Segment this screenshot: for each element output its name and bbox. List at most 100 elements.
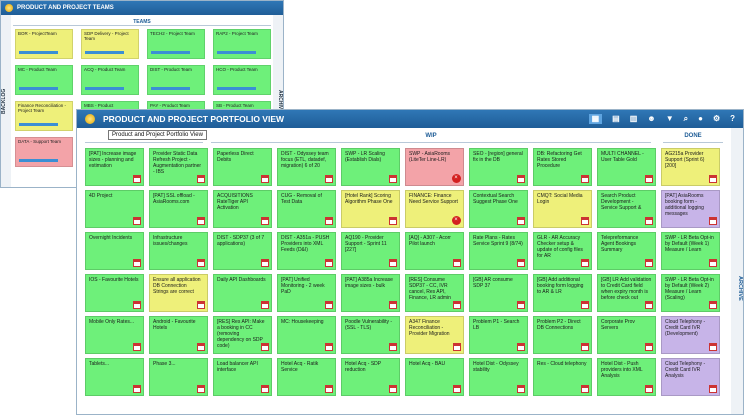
portfolio-card[interactable]: DIST - SDP37 (3 of 7 applications) bbox=[213, 232, 272, 270]
calendar-icon[interactable]: ▤ bbox=[612, 114, 620, 124]
card-title: [PAT] Increase image sizes - planning an… bbox=[89, 151, 137, 169]
portfolio-card[interactable]: Contextual Search Suggest Phase One bbox=[469, 190, 528, 228]
portfolio-card[interactable]: GLR - AR Accuracy Checker setup & update… bbox=[533, 232, 592, 270]
portfolio-card[interactable]: Hotel Dist - Push providers into XML Ana… bbox=[597, 358, 656, 396]
portfolio-card[interactable]: [PAT] A385a Increase image sizes - bulk bbox=[341, 274, 400, 312]
team-card[interactable]: HCO - Product Team bbox=[213, 65, 271, 95]
calendar-icon bbox=[516, 343, 525, 351]
team-card[interactable]: MC - Product Team bbox=[15, 65, 73, 95]
portfolio-card[interactable]: DIST - Odyssey team focus (ETL, datadef,… bbox=[277, 148, 336, 186]
portfolio-card[interactable]: ACQUISITIONS RateTiger API Activation bbox=[213, 190, 272, 228]
portfolio-card[interactable]: Hotel Acq - SDP reduction bbox=[341, 358, 400, 396]
portfolio-card[interactable]: [GB] AR consume SDP 37 bbox=[469, 274, 528, 312]
calendar-icon bbox=[516, 175, 525, 183]
portfolio-card[interactable]: SWP - AsiaRooms (LiteTer Line-LR) × bbox=[405, 148, 464, 186]
done-header: DONE bbox=[663, 133, 723, 143]
portfolio-titlebar: PRODUCT AND PROJECT PORTFOLIO VIEW ▦ ▤ ▥… bbox=[77, 110, 743, 128]
portfolio-card[interactable]: Ensure all application DB Connection Str… bbox=[149, 274, 208, 312]
portfolio-card[interactable]: SEO - [region] general fix in the DB bbox=[469, 148, 528, 186]
card-title: Hotel Dist - Odyssey stability bbox=[473, 361, 519, 373]
portfolio-card[interactable]: MC: Housekeeping bbox=[277, 316, 336, 354]
portfolio-card[interactable]: [GB] Add additional booking form logging… bbox=[533, 274, 592, 312]
filter-icon[interactable]: ▼ bbox=[666, 114, 674, 124]
portfolio-card[interactable]: Paperless Direct Debits bbox=[213, 148, 272, 186]
portfolio-card[interactable]: [Hotel Rank] Scoring Algorithm Phase One bbox=[341, 190, 400, 228]
calendar-icon bbox=[644, 343, 653, 351]
team-card[interactable]: ACQ - Product Team bbox=[81, 65, 139, 95]
portfolio-card[interactable]: CMQT: Social Media Login bbox=[533, 190, 592, 228]
portfolio-card[interactable]: [PAT] Increase image sizes - planning an… bbox=[85, 148, 144, 186]
progress-bar bbox=[85, 87, 124, 90]
gear-icon[interactable]: ⚙ bbox=[713, 114, 720, 124]
portfolio-card[interactable]: DIST - A351a - PUSH Providers into XML F… bbox=[277, 232, 336, 270]
portfolio-card[interactable]: Phase 3... bbox=[149, 358, 208, 396]
team-card[interactable]: BOR - ProjectTeam bbox=[15, 29, 73, 59]
portfolio-card[interactable]: [PAT] Unified Monitoring - 2 week PaD bbox=[277, 274, 336, 312]
portfolio-card[interactable]: [AQ] - A307 - Acorr Pilot launch bbox=[405, 232, 464, 270]
portfolio-card[interactable]: Telepreformance Agent Bookings Summary bbox=[597, 232, 656, 270]
portfolio-card[interactable]: Rate Plans - Rates Service Sprint 9 (8/7… bbox=[469, 232, 528, 270]
team-card-label: Finance Reconciliation - Project Team bbox=[18, 103, 67, 113]
portfolio-card[interactable]: Res - Cloud telephony bbox=[533, 358, 592, 396]
portfolio-card[interactable]: DB: Refactoring Get Rates Stored Procedu… bbox=[533, 148, 592, 186]
team-card[interactable]: Finance Reconciliation - Project Team bbox=[15, 101, 73, 131]
archive-rail[interactable]: ARCHIVE bbox=[731, 128, 743, 414]
portfolio-card[interactable]: [RES] Res API: Make a booking in CC (rem… bbox=[213, 316, 272, 354]
team-card-label: MBS - Product bbox=[84, 103, 114, 108]
calendar-icon bbox=[452, 343, 461, 351]
card-title: SWP - AsiaRooms (LiteTer Line-LR) bbox=[409, 151, 451, 163]
help-icon[interactable]: ? bbox=[730, 114, 735, 124]
portfolio-card[interactable]: [PAT] SSL offload - AsiaRooms.com bbox=[149, 190, 208, 228]
portfolio-card[interactable]: 4D Project bbox=[85, 190, 144, 228]
calendar-icon bbox=[324, 259, 333, 267]
portfolio-card[interactable]: MULTI CHANNEL - User Table Gold bbox=[597, 148, 656, 186]
portfolio-card[interactable]: Infrastructure issues/changes bbox=[149, 232, 208, 270]
portfolio-card[interactable]: Tablets... bbox=[85, 358, 144, 396]
lock-icon[interactable]: ● bbox=[698, 114, 703, 124]
card-title: Ensure all application DB Connection Str… bbox=[153, 277, 201, 295]
portfolio-card[interactable]: Android - Favourite Hotels bbox=[149, 316, 208, 354]
calendar-icon bbox=[324, 385, 333, 393]
users-icon[interactable]: ☻ bbox=[647, 114, 655, 124]
portfolio-card[interactable]: Hotel Dist - Odyssey stability bbox=[469, 358, 528, 396]
portfolio-card[interactable]: Problem P1 - Search LB bbox=[469, 316, 528, 354]
portfolio-card[interactable]: [GB] LR Add validation to Credit Card fi… bbox=[597, 274, 656, 312]
card-title: Provider Static Data Refresh Project - A… bbox=[153, 151, 202, 175]
portfolio-card[interactable]: Poodle Vulnerability - (SSL - TLS) bbox=[341, 316, 400, 354]
backlog-rail[interactable]: BACKLOG bbox=[1, 15, 11, 187]
portfolio-card[interactable]: Mobile Only Rates... bbox=[85, 316, 144, 354]
portfolio-card[interactable]: Hotel Acq - BAU bbox=[405, 358, 464, 396]
grid-icon[interactable]: ▥ bbox=[630, 114, 638, 124]
team-card[interactable]: RAP2 - Project Team bbox=[213, 29, 271, 59]
portfolio-card[interactable]: SWP - LR Beta Opt-in by Default (Week 1)… bbox=[661, 232, 720, 270]
portfolio-card[interactable]: Cloud Telephony - Credit Card IVR Analys… bbox=[661, 358, 720, 396]
portfolio-card[interactable]: CUG - Removal of Test Data bbox=[277, 190, 336, 228]
card-title: Paperless Direct Debits bbox=[217, 151, 254, 163]
portfolio-card[interactable]: Hotel Acq - Ratik Service bbox=[277, 358, 336, 396]
portfolio-card[interactable]: Search Product Development - Service Sup… bbox=[597, 190, 656, 228]
portfolio-card[interactable]: Load balancer API interface bbox=[213, 358, 272, 396]
calendar-icon bbox=[388, 217, 397, 225]
portfolio-card[interactable]: AG215a Provider Support (Sprint 6) [200] bbox=[661, 148, 720, 186]
portfolio-card[interactable]: SWP - LR Beta Opt-in by Default (Week 2)… bbox=[661, 274, 720, 312]
board-icon[interactable]: ▦ bbox=[588, 114, 603, 124]
portfolio-card[interactable]: Cloud Telephony - Credit Card IVR (Devel… bbox=[661, 316, 720, 354]
portfolio-card[interactable]: Corporate Prov Servers bbox=[597, 316, 656, 354]
portfolio-card[interactable]: IOS - Favourite Hotels bbox=[85, 274, 144, 312]
portfolio-card[interactable]: [RES] Consume SDP37 - CC, IVR cancel, Re… bbox=[405, 274, 464, 312]
portfolio-card[interactable]: AQ190 - Provider Support - Sprint 11 [22… bbox=[341, 232, 400, 270]
portfolio-card[interactable]: SWP - LR Scaling (Establish Dials) bbox=[341, 148, 400, 186]
team-card[interactable]: SDP Delivery - Project Team bbox=[81, 29, 139, 59]
search-icon[interactable]: ⌕ bbox=[684, 114, 688, 124]
portfolio-card[interactable]: Provider Static Data Refresh Project - A… bbox=[149, 148, 208, 186]
team-card[interactable]: DIST - Product Team bbox=[147, 65, 205, 95]
progress-bar bbox=[19, 123, 58, 126]
portfolio-card[interactable]: A347 Finance Reconciliation - Provider M… bbox=[405, 316, 464, 354]
portfolio-card[interactable]: Overnight Incidents bbox=[85, 232, 144, 270]
team-card[interactable]: TECH2 - Project Team bbox=[147, 29, 205, 59]
portfolio-card[interactable]: Problem P2 - Direct DB Connections bbox=[533, 316, 592, 354]
portfolio-card[interactable]: [PAT] AsiaRooms booking form - additiona… bbox=[661, 190, 720, 228]
team-card[interactable]: DATA - Support Team bbox=[15, 137, 73, 167]
portfolio-card[interactable]: Daily API Dashboards bbox=[213, 274, 272, 312]
portfolio-card[interactable]: FINANCE: Finance Need Service Support × bbox=[405, 190, 464, 228]
